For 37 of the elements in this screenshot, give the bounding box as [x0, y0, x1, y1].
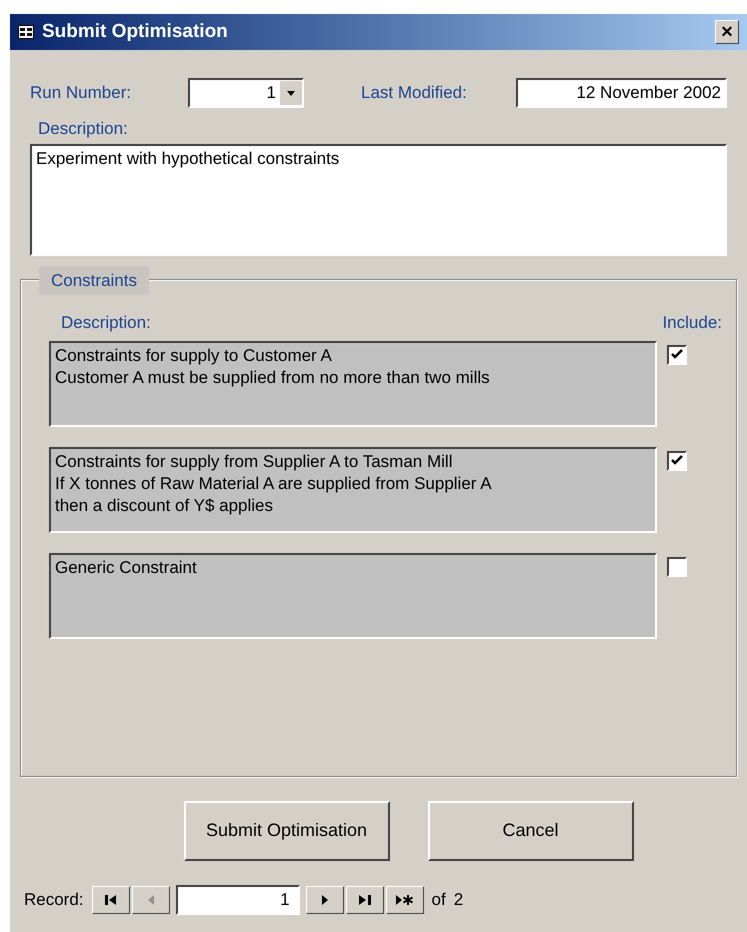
- check-icon: [671, 455, 683, 467]
- window-title: Submit Optimisation: [42, 20, 228, 44]
- record-count-label: of: [432, 888, 446, 911]
- record-count: 2: [454, 888, 464, 911]
- record-label: Record:: [24, 888, 84, 911]
- field-label: Last Modified:: [361, 82, 468, 104]
- group-legend: Constraints: [39, 266, 149, 295]
- cancel-button[interactable]: Cancel: [428, 800, 634, 860]
- close-button[interactable]: ×: [715, 20, 739, 44]
- constraint-text: Generic Constraint: [49, 553, 657, 639]
- last-record-button[interactable]: [346, 886, 384, 914]
- first-icon: [104, 894, 117, 904]
- new-record-icon: [396, 894, 414, 904]
- include-checkbox[interactable]: [667, 451, 687, 471]
- new-record-button[interactable]: [386, 886, 424, 914]
- form-icon: [18, 25, 34, 39]
- next-record-button[interactable]: [306, 886, 344, 914]
- dropdown-value: 1: [266, 82, 277, 104]
- constraint-text: Constraints for supply from Supplier A to Tasman Mill If X tonnes of Raw Material A are supplied from Supplier A then a discount of Y$ applies: [49, 447, 657, 533]
- column-label: Include:: [662, 312, 722, 334]
- field-label: Run Number:: [30, 82, 132, 104]
- record-number-field[interactable]: 1: [176, 884, 300, 914]
- previous-record-button[interactable]: [132, 886, 170, 914]
- last-modified-field[interactable]: 12 November 2002: [516, 78, 727, 108]
- submit-button[interactable]: Submit Optimisation: [184, 800, 390, 860]
- next-icon: [322, 894, 328, 904]
- first-record-button[interactable]: [92, 886, 130, 914]
- column-label: Description:: [61, 312, 151, 334]
- description-field[interactable]: Experiment with hypothetical constraints: [30, 144, 727, 256]
- run-number-dropdown[interactable]: 1: [188, 78, 304, 108]
- field-label: Description:: [38, 118, 128, 140]
- check-icon: [671, 349, 683, 361]
- last-icon: [358, 894, 371, 904]
- previous-icon: [148, 894, 154, 904]
- include-checkbox[interactable]: [667, 557, 687, 577]
- include-checkbox[interactable]: [667, 345, 687, 365]
- constraint-text: Constraints for supply to Customer A Customer A must be supplied from no more than two mills: [49, 341, 657, 427]
